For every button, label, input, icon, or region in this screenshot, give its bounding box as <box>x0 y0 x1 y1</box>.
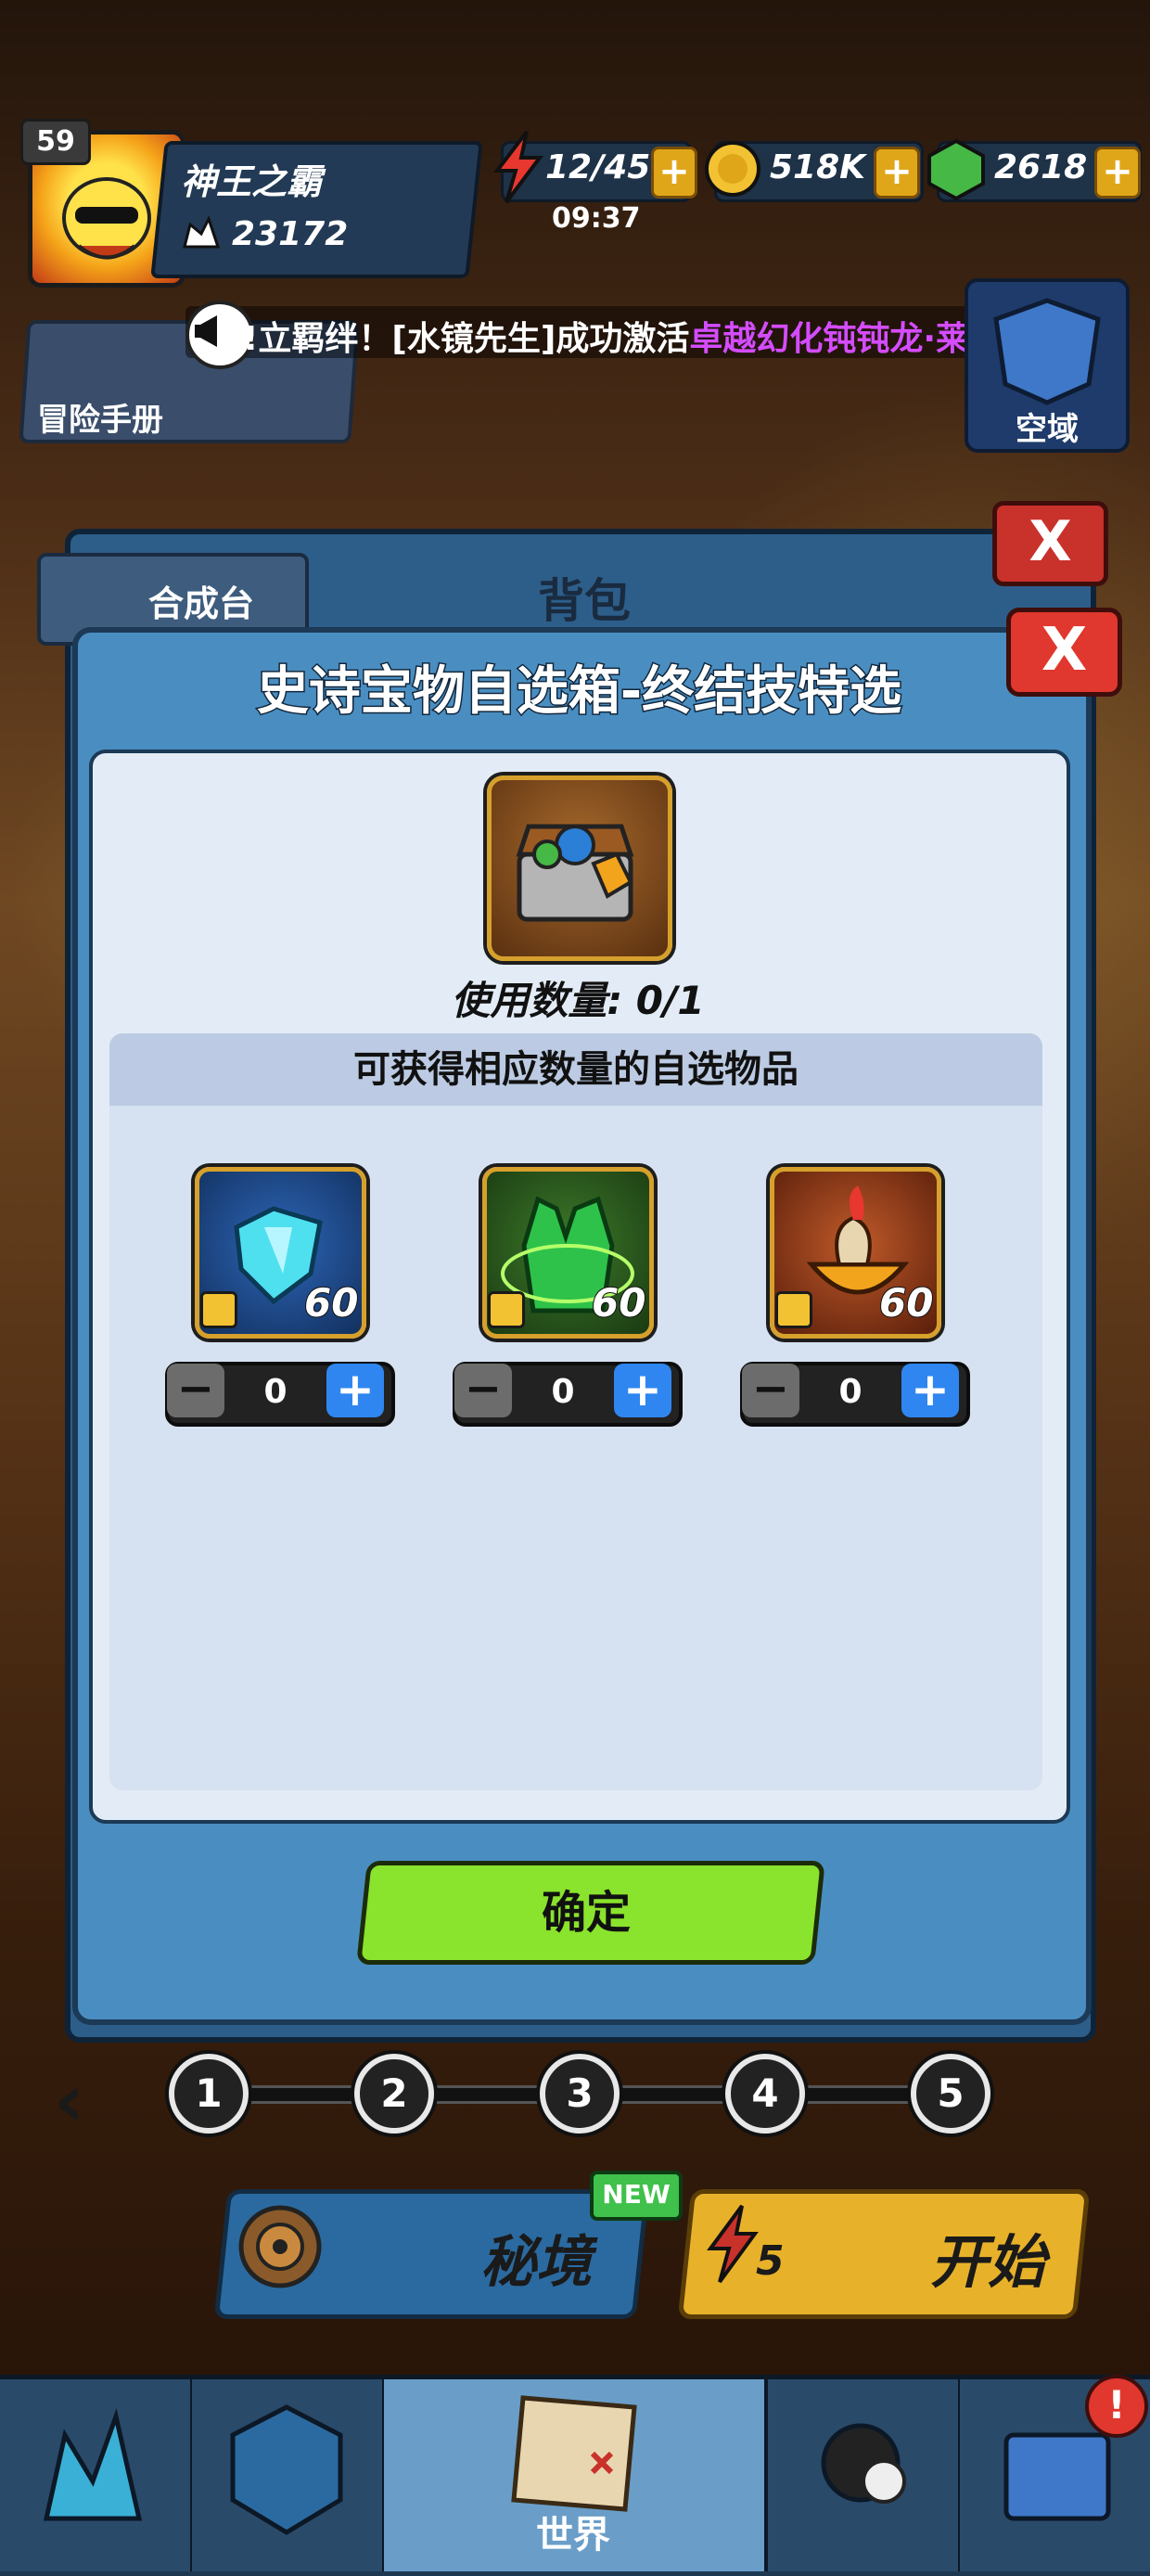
nav-world-label: 世界 <box>536 2514 610 2557</box>
page-dot-4[interactable]: 4 <box>725 2054 805 2134</box>
gold-coin-icon <box>703 139 762 199</box>
item-1-plus-button[interactable]: + <box>326 1364 384 1417</box>
announcement-highlight: 卓越幻化钝钝龙·莱 <box>689 320 970 358</box>
item-2-minus-button[interactable]: − <box>454 1364 512 1417</box>
item-1-minus-button[interactable]: − <box>167 1364 224 1417</box>
puzzle-piece-icon <box>775 1291 812 1328</box>
page-dot-2[interactable]: 2 <box>354 2054 434 2134</box>
item-1-count: 60 <box>303 1279 359 1326</box>
nav-tab-ice[interactable] <box>0 2379 194 2571</box>
target-icon <box>234 2200 326 2293</box>
hex-shield-icon <box>230 2404 343 2535</box>
craft-table-label: 合成台 <box>148 583 255 624</box>
page-dot-5[interactable]: 5 <box>911 2054 990 2134</box>
world-map-icon <box>511 2395 637 2512</box>
gems-value: 2618 <box>994 148 1088 186</box>
nav-tab-character[interactable] <box>768 2379 962 2571</box>
add-energy-button[interactable]: + <box>651 147 697 199</box>
ice-crown-icon <box>43 2408 143 2521</box>
item-2-count: 60 <box>591 1279 646 1326</box>
gold-value: 518K <box>770 148 866 186</box>
kongyu-label: 空域 <box>1016 411 1079 448</box>
energy-cost-icon <box>703 2202 759 2286</box>
announcement-prefix: !立羁绊！[水镜先生]成功激活 <box>243 320 690 358</box>
pager-prev-arrow[interactable]: ‹ <box>54 2057 84 2144</box>
new-badge: NEW <box>590 2171 683 2221</box>
item-1-quantity: 0 <box>263 1373 288 1411</box>
kongyu-shield-icon <box>993 298 1101 405</box>
add-gems-button[interactable]: + <box>1094 147 1141 199</box>
secret-realm-label: 秘境 <box>480 2230 592 2295</box>
item-3-plus-button[interactable]: + <box>901 1364 959 1417</box>
power-icon <box>181 215 222 250</box>
backpack-close-button[interactable]: X <box>992 501 1108 586</box>
alert-badge: ! <box>1085 2375 1148 2438</box>
item-3-count: 60 <box>878 1279 934 1326</box>
player-power: 23172 <box>232 215 349 253</box>
use-count: 使用数量: 0/1 <box>451 978 705 1023</box>
item-3-minus-button[interactable]: − <box>742 1364 799 1417</box>
add-gold-button[interactable]: + <box>874 147 920 199</box>
adventure-book-label: 冒险手册 <box>37 402 163 439</box>
player-name: 神王之霸 <box>181 161 323 202</box>
puzzle-piece-icon <box>488 1291 525 1328</box>
start-energy-cost: 5 <box>756 2237 785 2285</box>
puzzle-piece-icon <box>200 1291 237 1328</box>
item-2-plus-button[interactable]: + <box>614 1364 671 1417</box>
treasure-chest-icon <box>487 775 672 961</box>
page-dot-1[interactable]: 1 <box>169 2054 249 2134</box>
announcement-text: !立羁绊！[水镜先生]成功激活卓越幻化钝钝龙·莱 <box>243 312 969 360</box>
modal-title: 史诗宝物自选箱-终结技特选 <box>255 660 902 724</box>
green-gem-icon <box>926 137 987 202</box>
character-icon <box>821 2423 906 2504</box>
nav-tab-shield[interactable] <box>192 2379 386 2571</box>
selection-header: 可获得相应数量的自选物品 <box>109 1033 1042 1106</box>
item-2-quantity: 0 <box>551 1373 575 1411</box>
page-dot-3[interactable]: 3 <box>540 2054 620 2134</box>
energy-value: 12/45 <box>545 148 651 186</box>
confirm-label: 确定 <box>541 1887 631 1939</box>
energy-bolt-icon <box>490 130 545 204</box>
energy-timer: 09:37 <box>552 202 641 235</box>
player-level: 59 <box>20 119 91 165</box>
backpack-title: 背包 <box>538 574 631 628</box>
item-3-quantity: 0 <box>838 1373 862 1411</box>
start-label: 开始 <box>930 2228 1046 2296</box>
